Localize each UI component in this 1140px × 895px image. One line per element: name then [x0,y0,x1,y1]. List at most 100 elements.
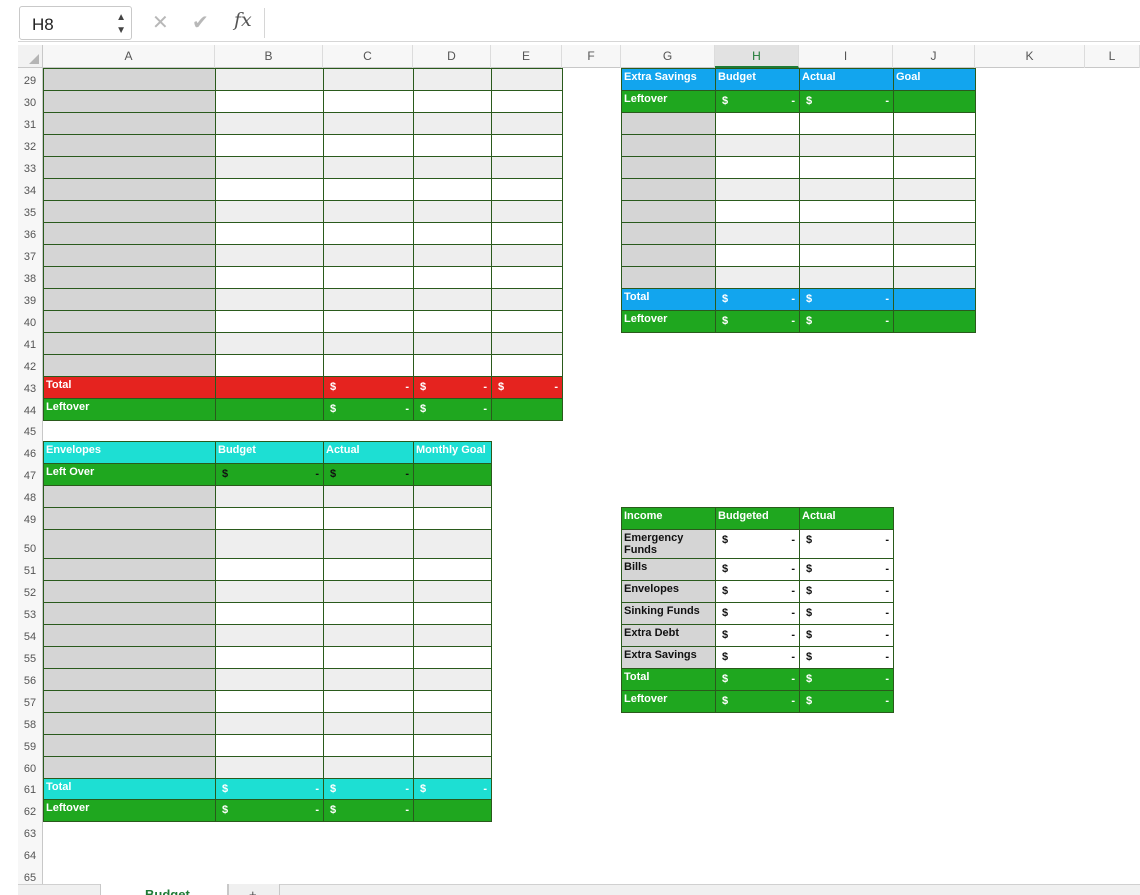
extra-savings-cell[interactable] [799,222,894,245]
envelopes-cell[interactable] [323,734,414,757]
envelopes-cell[interactable] [413,690,492,713]
extra-savings-leftover-goal[interactable] [893,90,976,113]
bills-cell[interactable] [491,266,563,289]
column-header-d[interactable]: D [413,45,491,68]
bills-cell[interactable] [491,244,563,267]
row-header-46[interactable]: 46 [18,448,42,460]
bills-cell[interactable] [215,200,324,223]
income-header-1[interactable]: Budgeted [715,507,800,530]
bills-cell[interactable] [215,310,324,333]
bills-cell[interactable] [413,222,492,245]
bills-cell[interactable] [323,310,414,333]
bills-cell[interactable] [215,90,324,113]
row-header-58[interactable]: 58 [18,719,42,731]
envelopes-cell[interactable] [413,756,492,779]
income-leftover-label[interactable]: Leftover [621,690,716,713]
envelopes-left-over-label[interactable]: Left Over [43,463,216,486]
income-row-label[interactable]: Sinking Funds [621,602,716,625]
income-leftover-actual[interactable]: $ - [799,690,894,713]
income-actual-value[interactable]: $ - [799,529,894,559]
bills-cell[interactable] [215,68,324,91]
extra-savings-cell[interactable] [715,200,800,223]
envelopes-left-over-actual[interactable]: $ - [323,463,414,486]
row-header-43[interactable]: 43 [18,383,42,395]
bills-cell[interactable] [491,178,563,201]
bills-cell[interactable] [413,310,492,333]
bills-total-e[interactable]: $ - [491,376,563,399]
envelopes-cell[interactable] [413,602,492,625]
row-header-52[interactable]: 52 [18,587,42,599]
envelopes-cell[interactable] [323,602,414,625]
bills-cell[interactable] [413,288,492,311]
envelopes-left-over-goal[interactable] [413,463,492,486]
envelopes-cell[interactable] [323,668,414,691]
bills-cell[interactable] [413,266,492,289]
extra-savings-cell[interactable] [799,266,894,289]
column-header-j[interactable]: J [893,45,975,68]
row-header-35[interactable]: 35 [18,207,42,219]
row-header-42[interactable]: 42 [18,361,42,373]
bills-label-cell[interactable] [43,112,216,135]
income-budgeted-value[interactable]: $ - [715,558,800,581]
bills-total-d[interactable]: $ - [413,376,492,399]
bills-cell[interactable] [215,178,324,201]
column-header-g[interactable]: G [621,45,715,68]
envelopes-cell[interactable] [215,690,324,713]
bills-cell[interactable] [413,244,492,267]
bills-cell[interactable] [491,200,563,223]
row-header-44[interactable]: 44 [18,405,42,417]
bills-cell[interactable] [323,222,414,245]
bills-cell[interactable] [413,354,492,377]
column-header-k[interactable]: K [975,45,1085,68]
bills-cell[interactable] [491,68,563,91]
income-row-label[interactable]: Bills [621,558,716,581]
envelopes-header-1[interactable]: Budget [215,441,324,464]
extra-savings-leftover-label[interactable]: Leftover [621,90,716,113]
formula-input[interactable] [268,8,1128,38]
envelopes-cell[interactable] [413,485,492,508]
envelopes-cell[interactable] [323,485,414,508]
confirm-icon[interactable]: ✔ [192,10,209,35]
extra-savings-label-cell[interactable] [621,222,716,245]
column-header-l[interactable]: L [1085,45,1140,68]
row-header-33[interactable]: 33 [18,163,42,175]
envelopes-leftover-budget[interactable]: $ - [215,799,324,822]
income-row-label[interactable]: Extra Savings [621,646,716,669]
envelopes-cell[interactable] [413,529,492,559]
bills-cell[interactable] [323,266,414,289]
income-budgeted-value[interactable]: $ - [715,624,800,647]
row-header-48[interactable]: 48 [18,492,42,504]
bills-cell[interactable] [323,244,414,267]
extra-savings-label-cell[interactable] [621,112,716,135]
envelopes-label-cell[interactable] [43,624,216,647]
row-header-45[interactable]: 45 [18,426,42,438]
envelopes-cell[interactable] [413,646,492,669]
extra-savings-cell[interactable] [715,244,800,267]
income-budgeted-value[interactable]: $ - [715,580,800,603]
row-header-65[interactable]: 65 [18,872,42,884]
bills-leftover-cell[interactable] [491,398,563,421]
envelopes-label-cell[interactable] [43,756,216,779]
envelopes-cell[interactable] [215,756,324,779]
envelopes-cell[interactable] [323,690,414,713]
envelopes-cell[interactable] [323,580,414,603]
extra-savings-cell[interactable] [799,178,894,201]
bills-label-cell[interactable] [43,200,216,223]
bills-label-cell[interactable] [43,244,216,267]
bills-cell[interactable] [491,288,563,311]
envelopes-total-actual[interactable]: $ - [323,778,414,800]
column-header-f[interactable]: F [562,45,621,68]
extra-savings-cell[interactable] [893,266,976,289]
function-icon[interactable]: fx [234,9,252,31]
bills-label-cell[interactable] [43,178,216,201]
envelopes-cell[interactable] [215,624,324,647]
bills-leftover-d[interactable]: $ - [413,398,492,421]
row-header-56[interactable]: 56 [18,675,42,687]
envelopes-cell[interactable] [215,558,324,581]
envelopes-cell[interactable] [413,734,492,757]
income-row-label[interactable]: Envelopes [621,580,716,603]
bills-cell[interactable] [215,354,324,377]
bills-cell[interactable] [323,68,414,91]
envelopes-label-cell[interactable] [43,507,216,530]
bills-cell[interactable] [323,288,414,311]
